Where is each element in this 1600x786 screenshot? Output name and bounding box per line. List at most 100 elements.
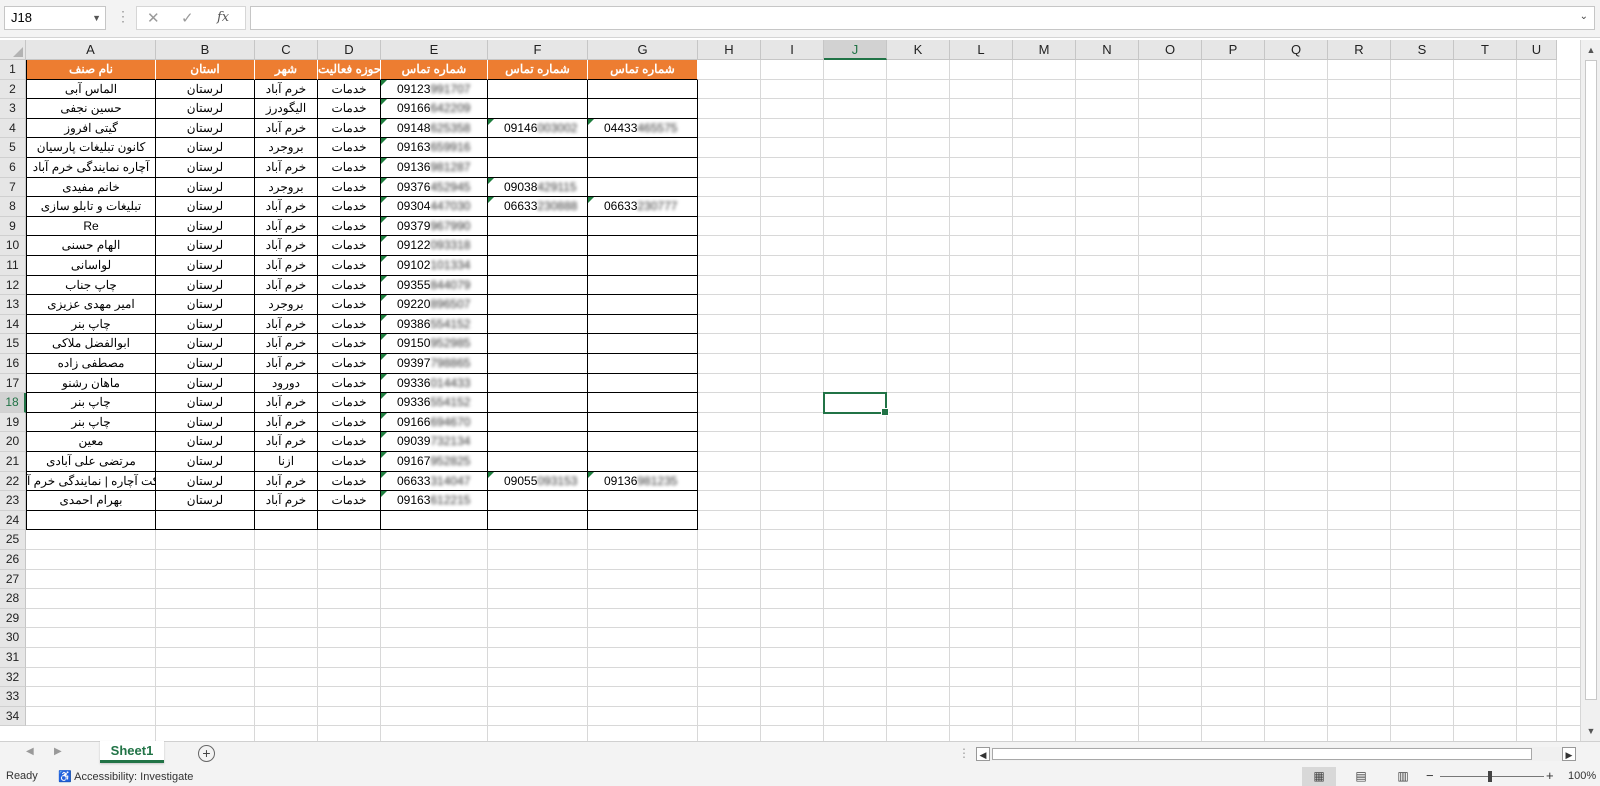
table-cell[interactable] xyxy=(488,236,588,256)
column-header-t[interactable]: T xyxy=(1454,40,1517,60)
column-header-f[interactable]: F xyxy=(488,40,588,60)
table-cell[interactable] xyxy=(588,452,698,472)
table-cell[interactable]: 09336014433 xyxy=(381,373,488,394)
row-header-19[interactable]: 19 xyxy=(0,412,26,433)
zoom-level[interactable]: 100% xyxy=(1568,770,1596,782)
table-cell[interactable]: 06633230777 xyxy=(588,197,698,217)
row-header-8[interactable]: 8 xyxy=(0,197,26,217)
table-cell[interactable]: 09102101334 xyxy=(381,256,488,276)
column-header-j[interactable]: J xyxy=(824,40,887,60)
row-header-4[interactable]: 4 xyxy=(0,118,26,139)
table-cell[interactable]: 09163659916 xyxy=(381,138,488,158)
table-header-cell[interactable]: استان xyxy=(156,60,255,80)
row-header-12[interactable]: 12 xyxy=(0,275,26,296)
table-cell[interactable]: 09136981287 xyxy=(381,158,488,178)
table-cell[interactable]: 09163612215 xyxy=(381,491,488,511)
table-cell[interactable]: آچاره نمایندگی خرم آباد xyxy=(26,158,156,178)
row-header-20[interactable]: 20 xyxy=(0,432,26,452)
table-cell[interactable]: خرم آباد xyxy=(255,471,318,492)
table-cell[interactable] xyxy=(381,510,488,531)
table-cell[interactable]: لرستان xyxy=(156,177,255,198)
table-cell[interactable]: خدمات xyxy=(318,216,381,237)
row-header-34[interactable]: 34 xyxy=(0,706,26,727)
table-cell[interactable] xyxy=(588,256,698,276)
row-header-3[interactable]: 3 xyxy=(0,99,26,119)
table-cell[interactable]: خدمات xyxy=(318,118,381,139)
table-cell[interactable]: خانم مفیدی xyxy=(26,177,156,198)
table-cell[interactable]: چاپ بنر xyxy=(26,393,156,413)
table-cell[interactable]: لرستان xyxy=(156,197,255,217)
table-header-cell[interactable]: شماره تماس xyxy=(488,60,588,80)
table-cell[interactable]: کت آچاره | نمایندگی خرم آ xyxy=(26,471,156,492)
table-cell[interactable]: 09166642209 xyxy=(381,99,488,119)
table-cell[interactable] xyxy=(588,412,698,433)
table-cell[interactable]: 09039732134 xyxy=(381,432,488,452)
table-cell[interactable]: لواسانی xyxy=(26,256,156,276)
table-cell[interactable]: چاپ جناب xyxy=(26,275,156,296)
table-cell[interactable] xyxy=(588,354,698,374)
column-header-n[interactable]: N xyxy=(1076,40,1139,60)
table-cell[interactable]: لرستان xyxy=(156,99,255,119)
table-cell[interactable]: 09150952985 xyxy=(381,334,488,354)
table-cell[interactable] xyxy=(488,412,588,433)
table-cell[interactable] xyxy=(588,432,698,452)
table-cell[interactable]: خرم آباد xyxy=(255,491,318,511)
table-cell[interactable] xyxy=(588,177,698,198)
row-header-7[interactable]: 7 xyxy=(0,177,26,198)
column-header-i[interactable]: I xyxy=(761,40,824,60)
table-cell[interactable]: 09146003002 xyxy=(488,118,588,139)
table-cell[interactable] xyxy=(588,295,698,315)
table-cell[interactable] xyxy=(588,158,698,178)
row-header-21[interactable]: 21 xyxy=(0,452,26,472)
table-cell[interactable] xyxy=(588,491,698,511)
column-header-g[interactable]: G xyxy=(588,40,698,60)
table-cell[interactable]: چاپ بنر xyxy=(26,314,156,335)
scroll-up-icon[interactable]: ▲ xyxy=(1584,43,1598,57)
table-cell[interactable]: 06633230888 xyxy=(488,197,588,217)
table-cell[interactable]: امیر مهدی عزیزی xyxy=(26,295,156,315)
table-cell[interactable]: خرم آباد xyxy=(255,197,318,217)
table-cell[interactable]: خدمات xyxy=(318,275,381,296)
table-cell[interactable] xyxy=(488,510,588,531)
name-box[interactable]: J18 ▼ xyxy=(4,6,106,30)
table-cell[interactable] xyxy=(488,99,588,119)
table-cell[interactable]: الماس آبی xyxy=(26,79,156,100)
table-cell[interactable]: خدمات xyxy=(318,138,381,158)
table-cell[interactable] xyxy=(488,275,588,296)
row-header-24[interactable]: 24 xyxy=(0,510,26,531)
tab-next-icon[interactable]: ▶ xyxy=(54,746,62,757)
table-cell[interactable]: لرستان xyxy=(156,354,255,374)
table-cell[interactable]: ماهان رشنو xyxy=(26,373,156,394)
table-cell[interactable] xyxy=(156,510,255,531)
table-cell[interactable] xyxy=(255,510,318,531)
table-cell[interactable] xyxy=(488,158,588,178)
page-break-view-icon[interactable]: ▥ xyxy=(1390,767,1416,786)
function-icon[interactable]: fx xyxy=(217,10,229,25)
table-cell[interactable]: 09386554152 xyxy=(381,314,488,335)
table-cell[interactable] xyxy=(588,373,698,394)
column-header-a[interactable]: A xyxy=(26,40,156,60)
table-cell[interactable] xyxy=(488,314,588,335)
table-cell[interactable]: 09136981235 xyxy=(588,471,698,492)
table-cell[interactable]: ابوالفضل ملاکی xyxy=(26,334,156,354)
table-cell[interactable]: 09055093153 xyxy=(488,471,588,492)
row-header-32[interactable]: 32 xyxy=(0,667,26,688)
column-header-c[interactable]: C xyxy=(255,40,318,60)
table-cell[interactable]: خدمات xyxy=(318,452,381,472)
row-header-2[interactable]: 2 xyxy=(0,79,26,100)
table-cell[interactable]: 09336554152 xyxy=(381,393,488,413)
table-cell[interactable]: خدمات xyxy=(318,158,381,178)
column-header-m[interactable]: M xyxy=(1013,40,1076,60)
tab-split-handle-icon[interactable]: ⋮ xyxy=(958,746,970,760)
row-header-25[interactable]: 25 xyxy=(0,530,26,550)
table-cell[interactable] xyxy=(588,236,698,256)
table-cell[interactable]: الیگودرز xyxy=(255,99,318,119)
table-cell[interactable]: 09148625358 xyxy=(381,118,488,139)
table-cell[interactable]: گیتی افروز xyxy=(26,118,156,139)
table-cell[interactable]: لرستان xyxy=(156,275,255,296)
table-cell[interactable]: خدمات xyxy=(318,432,381,452)
table-header-cell[interactable]: شماره تماس xyxy=(381,60,488,80)
table-cell[interactable]: 09376452945 xyxy=(381,177,488,198)
worksheet-grid[interactable]: ABCDEFGHIJKLMNOPQRSTU 1 2 3 4 5 6 7 8 9 10 11 12 13 1… xyxy=(0,40,1580,741)
table-cell[interactable]: بهرام احمدی xyxy=(26,491,156,511)
